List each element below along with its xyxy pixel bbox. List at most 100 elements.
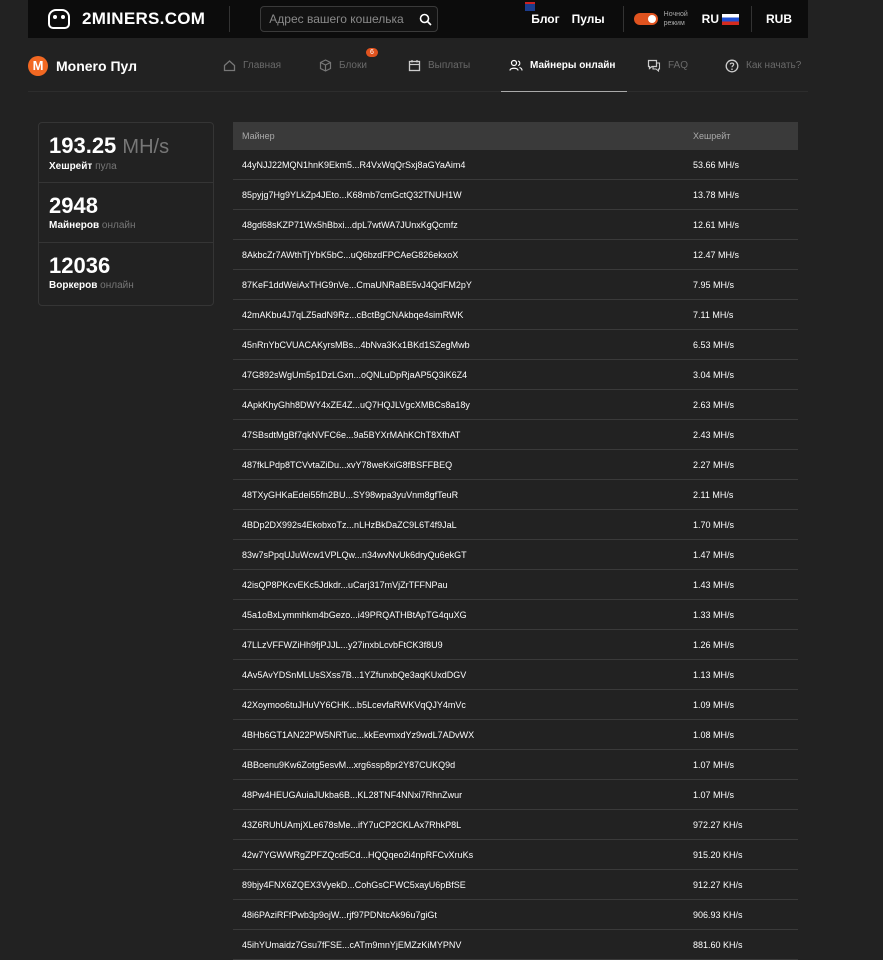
miner-hashrate: 915.20 KH/s [693,849,743,860]
miner-address-link[interactable]: 45ihYUmaidz7Gsu7fFSE...cATm9mnYjEMZzKiMY… [233,940,683,950]
table-row[interactable]: 83w7sPpqUJuWcw1VPLQw...n34wvNvUk6dryQu6e… [233,540,798,570]
table-row[interactable]: 4BBoenu9Kw6Zotg5esvM...xrg6ssp8pr2Y87CUK… [233,750,798,780]
table-row[interactable]: 42mAKbu4J7qLZ5adN9Rz...cBctBgCNAkbqe4sim… [233,300,798,330]
cube-icon [319,59,332,72]
wallet-search-input[interactable] [261,11,414,27]
miner-hashrate: 906.93 KH/s [693,909,743,920]
language-selector[interactable]: RU [702,12,739,26]
table-row[interactable]: 47LLzVFFWZiHh9fjPJJL...y27inxbLcvbFtCK3f… [233,630,798,660]
table-row[interactable]: 47SBsdtMgBf7qkNVFC6e...9a5BYXrMAhKChT8Xf… [233,420,798,450]
miner-address-link[interactable]: 48Pw4HEUGAuiaJUkba6B...KL28TNF4NNxi7RhnZ… [233,790,683,800]
table-row[interactable]: 85pyjg7Hg9YLkZp4JEto...K68mb7cmGctQ32TNU… [233,180,798,210]
table-row[interactable]: 45a1oBxLymmhkm4bGezo...i49PRQATHBtApTG4q… [233,600,798,630]
table-row[interactable]: 42isQP8PKcvEKc5Jdkdr...uCarj317mVjZrTFFN… [233,570,798,600]
miner-address-link[interactable]: 43Z6RUhUAmjXLe678sMe...ifY7uCP2CKLAx7Rhk… [233,820,683,830]
table-row[interactable]: 4BHb6GT1AN22PW5NRTuc...kkEevmxdYz9wdL7AD… [233,720,798,750]
night-mode-label: Ночной режим [663,11,688,27]
table-row[interactable]: 487fkLPdp8TCVvtaZiDu...xvY78weKxiG8fBSFF… [233,450,798,480]
table-row[interactable]: 8AkbcZr7AWthTjYbK5bC...uQ6bzdFPCAeG826ek… [233,240,798,270]
search-icon[interactable] [413,13,437,26]
table-row[interactable]: 45ihYUmaidz7Gsu7fFSE...cATm9mnYjEMZzKiMY… [233,930,798,960]
table-row[interactable]: 4ApkKhyGhh8DWY4xZE4Z...uQ7HQJLVgcXMBCs8a… [233,390,798,420]
miner-address-link[interactable]: 4ApkKhyGhh8DWY4xZE4Z...uQ7HQJLVgcXMBCs8a… [233,400,683,410]
column-header-miner: Майнер [242,131,275,141]
tab-blocks[interactable]: Блоки 6 [319,40,378,91]
miner-address-link[interactable]: 47LLzVFFWZiHh9fjPJJL...y27inxbLcvbFtCK3f… [233,640,683,650]
miners-label: Майнеров [49,220,100,231]
table-row[interactable]: 45nRnYbCVUACAKyrsMBs...4bNva3Kx1BKd1SZeg… [233,330,798,360]
night-mode-toggle[interactable] [633,13,658,25]
miner-address-link[interactable]: 45nRnYbCVUACAKyrsMBs...4bNva3Kx1BKd1SZeg… [233,340,683,350]
miner-hashrate: 912.27 KH/s [693,879,743,890]
tab-online-miners[interactable]: Майнеры онлайн [500,40,628,92]
miner-address-link[interactable]: 48i6PAziRFfPwb3p9ojW...rjf97PDNtcAk96u7g… [233,910,683,920]
tab-home[interactable]: Главная [223,40,281,91]
blog-link[interactable]: Блог [525,2,560,26]
miner-hashrate: 881.60 KH/s [693,939,743,950]
table-header: Майнер Хешрейт [233,122,798,150]
pools-link[interactable]: Пулы [572,12,605,26]
table-row[interactable]: 43Z6RUhUAmjXLe678sMe...ifY7uCP2CKLAx7Rhk… [233,810,798,840]
table-row[interactable]: 4BDp2DX992s4EkobxoTz...nLHzBkDaZC9L6T4f9… [233,510,798,540]
miners-value: 2948 [49,193,98,218]
pool-nav: M Monero Пул Главная Блоки 6 Выплаты Май… [28,40,808,92]
miner-address-link[interactable]: 8AkbcZr7AWthTjYbK5bC...uQ6bzdFPCAeG826ek… [233,250,683,260]
miner-address-link[interactable]: 42isQP8PKcvEKc5Jdkdr...uCarj317mVjZrTFFN… [233,580,683,590]
column-header-hashrate: Хешрейт [693,131,731,141]
miner-address-link[interactable]: 83w7sPpqUJuWcw1VPLQw...n34wvNvUk6dryQu6e… [233,550,683,560]
miner-address-link[interactable]: 4BDp2DX992s4EkobxoTz...nLHzBkDaZC9L6T4f9… [233,520,683,530]
skull-logo-icon [48,9,70,29]
miner-address-link[interactable]: 4Av5AvYDSnMLUsSXss7B...1YZfunxbQe3aqKUxd… [233,670,683,680]
currency-selector[interactable]: RUB [766,12,792,26]
table-row[interactable]: 48TXyGHKaEdei55fn2BU...SY98wpa3yuVnm8gfT… [233,480,798,510]
miner-hashrate: 2.27 MH/s [693,459,735,470]
divider [751,6,752,32]
pool-stats-card: 193.25 MH/s Хешрейт пула 2948 Майнеров о… [38,122,214,306]
miner-address-link[interactable]: 89bjy4FNX6ZQEX3VyekD...CohGsCFWC5xayU6pB… [233,880,683,890]
table-row[interactable]: 4Av5AvYDSnMLUsSXss7B...1YZfunxbQe3aqKUxd… [233,660,798,690]
divider [622,6,624,32]
miner-address-link[interactable]: 487fkLPdp8TCVvtaZiDu...xvY78weKxiG8fBSFF… [233,460,683,470]
miner-hashrate: 1.33 MH/s [693,609,735,620]
monero-logo-icon: M [28,55,48,76]
miner-address-link[interactable]: 42Xoymoo6tuJHuVY6CHK...b5LcevfaRWKVqQJY4… [233,700,683,710]
miner-address-link[interactable]: 44yNJJ22MQN1hnK9Ekm5...R4VxWqQrSxj8aGYaA… [233,160,683,170]
table-row[interactable]: 42w7YGWWRgZPFZQcd5Cd...HQQqeo2i4npRFCvXr… [233,840,798,870]
miners-sub: онлайн [101,220,136,231]
table-row[interactable]: 48i6PAziRFfPwb3p9ojW...rjf97PDNtcAk96u7g… [233,900,798,930]
table-row[interactable]: 48Pw4HEUGAuiaJUkba6B...KL28TNF4NNxi7RhnZ… [233,780,798,810]
miner-address-link[interactable]: 4BHb6GT1AN22PW5NRTuc...kkEevmxdYz9wdL7AD… [233,730,683,740]
miner-hashrate: 1.13 MH/s [693,669,735,680]
miner-address-link[interactable]: 48gd68sKZP71Wx5hBbxi...dpL7wtWA7JUnxKgQc… [233,220,683,230]
table-row[interactable]: 89bjy4FNX6ZQEX3VyekD...CohGsCFWC5xayU6pB… [233,870,798,900]
miner-address-link[interactable]: 45a1oBxLymmhkm4bGezo...i49PRQATHBtApTG4q… [233,610,683,620]
miner-address-link[interactable]: 42mAKbu4J7qLZ5adN9Rz...cBctBgCNAkbqe4sim… [233,310,683,320]
table-row[interactable]: 47G892sWgUm5p1DzLGxn...oQNLuDpRjaAP5Q3iK… [233,360,798,390]
miner-address-link[interactable]: 87KeF1ddWeiAxTHG9nVe...CmaUNRaBE5vJ4QdFM… [233,280,683,290]
pool-title[interactable]: M Monero Пул [28,55,137,76]
miner-hashrate: 1.09 MH/s [693,699,735,710]
language-code: RU [701,12,719,26]
miner-hashrate: 53.66 MH/s [693,159,740,170]
workers-sub: онлайн [100,280,134,291]
miner-address-link[interactable]: 85pyjg7Hg9YLkZp4JEto...K68mb7cmGctQ32TNU… [233,190,683,200]
table-row[interactable]: 44yNJJ22MQN1hnK9Ekm5...R4VxWqQrSxj8aGYaA… [233,150,798,180]
miner-address-link[interactable]: 4BBoenu9Kw6Zotg5esvM...xrg6ssp8pr2Y87CUK… [233,760,683,770]
miner-address-link[interactable]: 47SBsdtMgBf7qkNVFC6e...9a5BYXrMAhKChT8Xf… [233,430,683,440]
hashrate-value: 193.25 [49,133,117,158]
calendar-icon [408,59,421,72]
brand-logo[interactable]: 2MINERS.COM [48,9,205,29]
tab-how-to-start[interactable]: Как начать? [725,40,801,91]
table-row[interactable]: 87KeF1ddWeiAxTHG9nVe...CmaUNRaBE5vJ4QdFM… [233,270,798,300]
miner-address-link[interactable]: 48TXyGHKaEdei55fn2BU...SY98wpa3yuVnm8gfT… [233,490,683,500]
tab-faq[interactable]: FAQ [647,40,688,91]
tab-payouts[interactable]: Выплаты [408,40,470,91]
miner-address-link[interactable]: 47G892sWgUm5p1DzLGxn...oQNLuDpRjaAP5Q3iK… [233,370,683,380]
divider [229,6,231,32]
brand-name: 2MINERS.COM [82,9,206,28]
table-row[interactable]: 48gd68sKZP71Wx5hBbxi...dpL7wtWA7JUnxKgQc… [233,210,798,240]
blocks-badge: 6 [366,48,378,57]
uk-flag-icon [525,2,536,11]
miner-address-link[interactable]: 42w7YGWWRgZPFZQcd5Cd...HQQqeo2i4npRFCvXr… [233,850,683,860]
table-row[interactable]: 42Xoymoo6tuJHuVY6CHK...b5LcevfaRWKVqQJY4… [233,690,798,720]
